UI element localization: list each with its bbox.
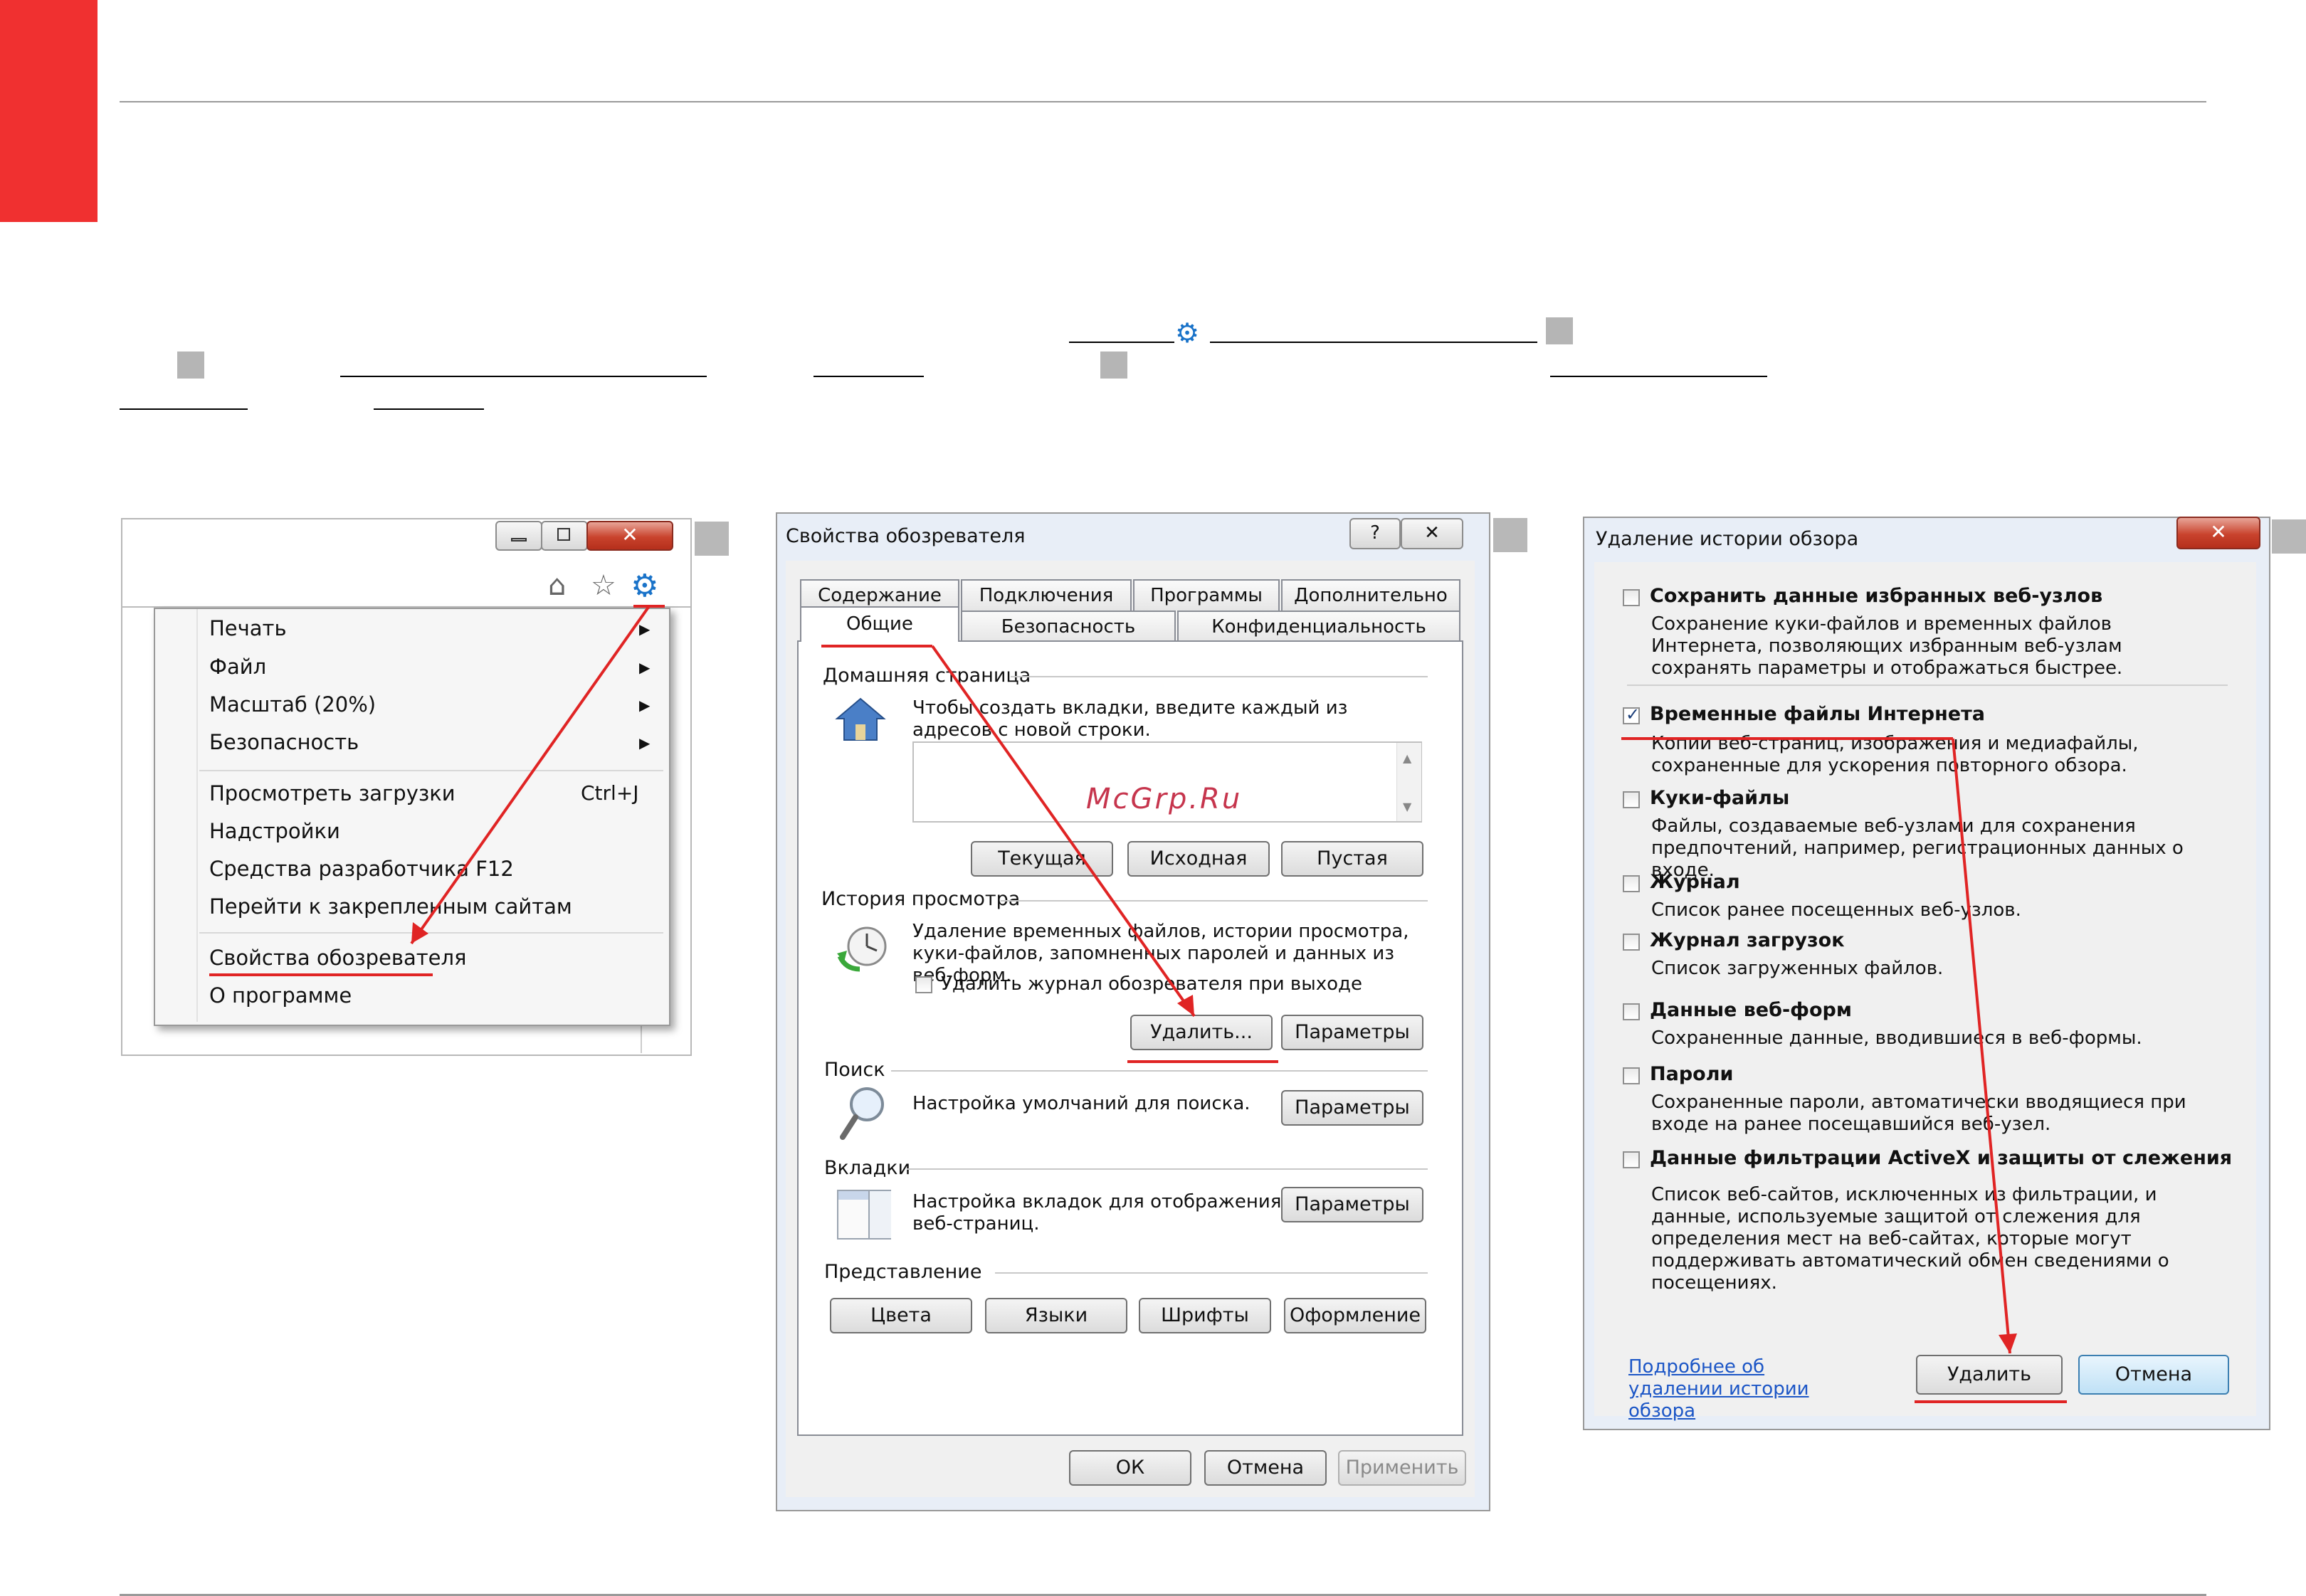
annotation-arrowhead: [1999, 1333, 2017, 1353]
annotation-overlay: [209, 605, 2067, 1403]
annotation-arrow-line: [1952, 738, 2011, 1354]
tab-general[interactable]: Общие: [800, 606, 959, 642]
annotation-arrow-line: [410, 605, 651, 945]
annotation-arrow-line: [931, 645, 1196, 1018]
